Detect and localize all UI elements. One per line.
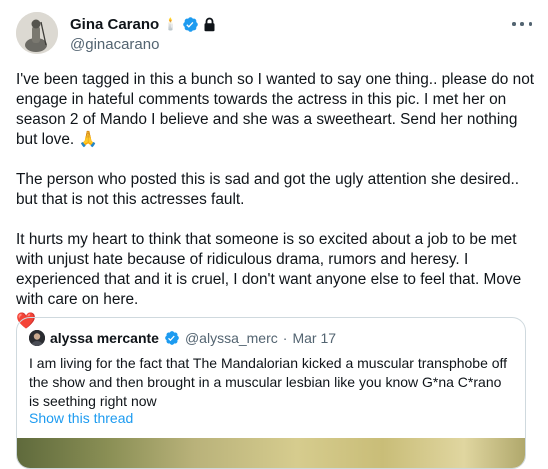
author-display-name[interactable]: Gina Carano [70,16,159,33]
quoted-text: I am living for the fact that The Mandal… [29,355,508,409]
verified-icon[interactable] [182,16,199,33]
tweet-body: I've been tagged in this a bunch so I wa… [16,70,536,332]
tweet-paragraph: It hurts my heart to think that someone … [16,231,522,308]
author-header: Gina Carano 🕯️ @ginacarano [70,14,216,53]
quoted-display-name[interactable]: alyssa mercante [50,330,159,346]
lock-icon [203,17,216,32]
quoted-verified-icon [164,330,180,346]
quoted-handle[interactable]: @alyssa_merc [185,330,278,346]
quoted-avatar[interactable] [29,330,45,346]
quoted-separator: · [282,330,288,346]
more-icon[interactable] [512,18,532,30]
tweet-paragraph: I've been tagged in this a bunch so I wa… [16,71,535,148]
quoted-date[interactable]: Mar 17 [292,330,336,346]
author-handle[interactable]: @ginacarano [70,36,216,53]
quoted-tweet[interactable]: alyssa mercante @alyssa_merc · Mar 17 I … [16,317,526,469]
quoted-header: alyssa mercante @alyssa_merc · Mar 17 [29,330,336,346]
tweet: Gina Carano 🕯️ @ginacarano I've been tag… [0,0,548,469]
author-avatar[interactable] [16,12,58,54]
show-thread-link[interactable]: Show this thread [29,410,133,426]
quoted-media-image[interactable] [17,438,525,468]
tweet-paragraph: The person who posted this is sad and go… [16,171,520,208]
candle-icon: 🕯️ [163,17,179,31]
